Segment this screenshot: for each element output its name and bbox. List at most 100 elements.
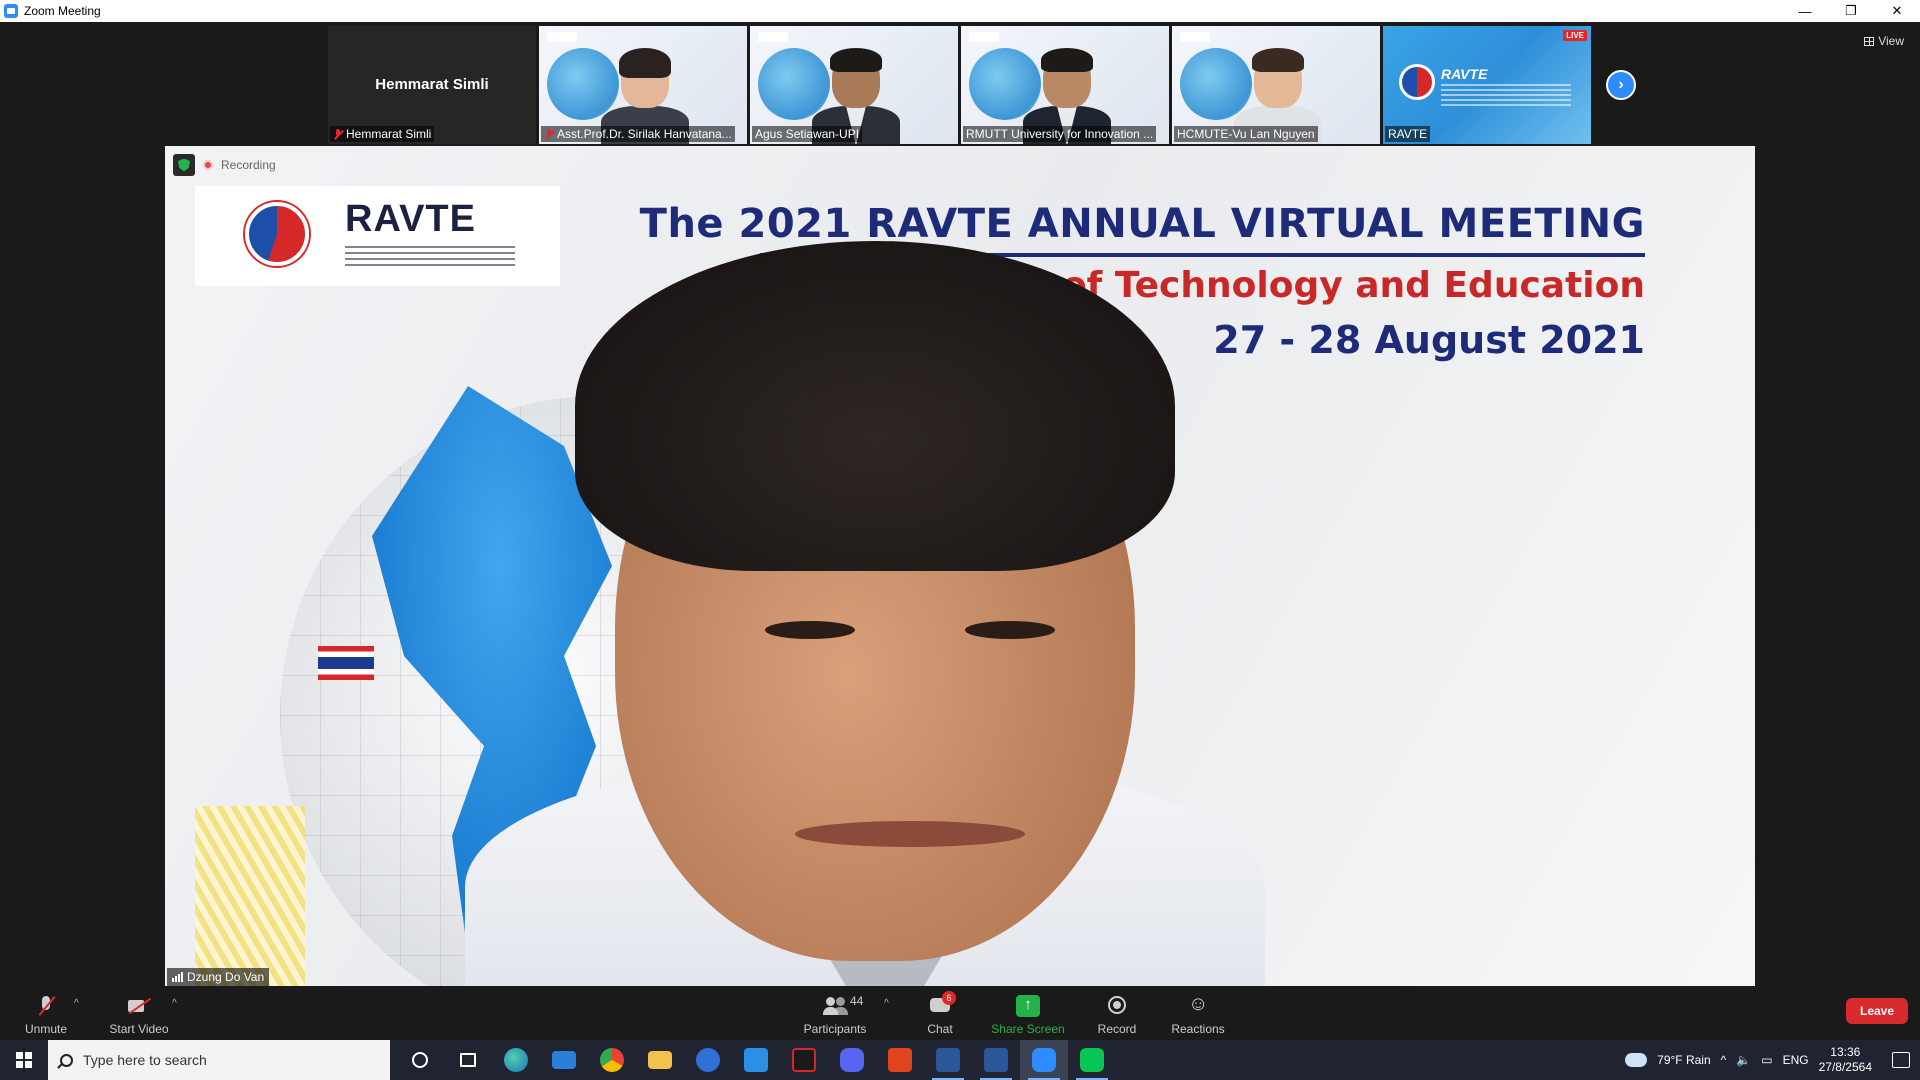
ravte-mini-logo: [1180, 32, 1210, 42]
camera-off-icon: [127, 995, 151, 1017]
participant-name: Hemmarat Simli: [346, 127, 432, 141]
folder-icon: [648, 1051, 672, 1069]
taskbar-app-edge[interactable]: [492, 1040, 540, 1080]
windows-taskbar: Type here to search 79°F Rain ^ 🔈 ▭ ENG …: [0, 1040, 1920, 1080]
next-page-button[interactable]: ›: [1606, 70, 1636, 100]
participant-tile[interactable]: Asst.Prof.Dr. Sirilak Hanvatana...: [539, 26, 747, 144]
taskbar-app-mail[interactable]: [540, 1040, 588, 1080]
office-icon: [888, 1048, 912, 1072]
discord-icon: [840, 1048, 864, 1072]
participant-tile[interactable]: RMUTT University for Innovation ...: [961, 26, 1169, 144]
video-options-caret[interactable]: ^: [172, 998, 177, 1009]
ravte-mini-logo: [969, 32, 999, 42]
participant-label: Hemmarat Simli: [330, 126, 435, 142]
task-view-button[interactable]: [444, 1040, 492, 1080]
share-screen-icon: [1016, 995, 1040, 1017]
live-badge: LIVE: [1563, 30, 1587, 41]
clock-date: 27/8/2564: [1818, 1060, 1872, 1074]
ravte-mini-logo: [758, 32, 788, 42]
view-label: View: [1878, 34, 1904, 48]
chevron-right-icon: ›: [1618, 76, 1624, 93]
recording-label: Recording: [221, 158, 276, 172]
taskbar-app-word-2[interactable]: [972, 1040, 1020, 1080]
chat-label: Chat: [927, 1022, 953, 1036]
security-shield-icon[interactable]: [173, 154, 195, 176]
participant-label: Asst.Prof.Dr. Sirilak Hanvatana...: [541, 126, 735, 142]
participants-options-caret[interactable]: ^: [884, 998, 889, 1009]
recording-indicator: Recording: [173, 154, 276, 176]
restore-button[interactable]: ❐: [1828, 0, 1874, 22]
unmute-button[interactable]: Unmute: [20, 988, 72, 1040]
participant-label: RMUTT University for Innovation ...: [963, 126, 1157, 142]
input-language[interactable]: ENG: [1783, 1053, 1809, 1067]
participant-label: Agus Setiawan-UPI: [752, 126, 863, 142]
taskbar-app-red[interactable]: [780, 1040, 828, 1080]
participant-tile[interactable]: Agus Setiawan-UPI: [750, 26, 958, 144]
ravte-subtitle-lines: [1441, 84, 1571, 106]
mic-muted-icon: [544, 128, 554, 140]
participant-name: RMUTT University for Innovation ...: [966, 127, 1154, 141]
grid-view-icon: [1864, 36, 1875, 46]
close-button[interactable]: ✕: [1874, 0, 1920, 22]
zoom-icon: [1032, 1048, 1056, 1072]
audio-options-caret[interactable]: ^: [74, 998, 79, 1009]
weather-text[interactable]: 79°F Rain: [1657, 1053, 1711, 1067]
taskbar-app-game[interactable]: [684, 1040, 732, 1080]
edge-icon: [504, 1048, 528, 1072]
show-hidden-icons-icon[interactable]: ^: [1721, 1053, 1727, 1067]
participant-tile[interactable]: RAVTE LIVE RAVTE: [1383, 26, 1591, 144]
participant-display-name: Hemmarat Simli: [375, 76, 489, 93]
start-video-button[interactable]: Start Video: [104, 988, 174, 1040]
start-button[interactable]: [0, 1040, 48, 1080]
speaker-figure: [465, 241, 1265, 986]
taskbar-app-discord[interactable]: [828, 1040, 876, 1080]
taskbar-app-blue[interactable]: [732, 1040, 780, 1080]
view-button[interactable]: View: [1864, 34, 1904, 48]
record-button[interactable]: Record: [1096, 988, 1138, 1040]
notification-center-icon[interactable]: [1892, 1052, 1910, 1068]
participant-label: HCMUTE-Vu Lan Nguyen: [1174, 126, 1318, 142]
participant-name: Asst.Prof.Dr. Sirilak Hanvatana...: [557, 127, 732, 141]
network-icon[interactable]: ▭: [1761, 1053, 1772, 1067]
system-tray: 79°F Rain ^ 🔈 ▭ ENG 13:36 27/8/2564: [1625, 1040, 1920, 1080]
zoom-app-icon: [4, 4, 18, 18]
taskbar-app-file-explorer[interactable]: [636, 1040, 684, 1080]
app-icon: [792, 1048, 816, 1072]
taskbar-clock[interactable]: 13:36 27/8/2564: [1819, 1045, 1872, 1075]
ravte-logo-text: RAVTE: [1441, 66, 1488, 82]
minimize-button[interactable]: —: [1782, 0, 1828, 22]
taskbar-search[interactable]: Type here to search: [48, 1040, 390, 1080]
reactions-button[interactable]: Reactions: [1168, 988, 1228, 1040]
share-screen-label: Share Screen: [991, 1022, 1065, 1036]
chat-unread-badge: 6: [942, 991, 956, 1005]
taskbar-app-line[interactable]: [1068, 1040, 1116, 1080]
meeting-area: Hemmarat Simli Hemmarat Simli Asst.Prof.…: [0, 22, 1920, 988]
participant-tile[interactable]: Hemmarat Simli Hemmarat Simli: [328, 26, 536, 144]
thailand-flag-icon: [318, 646, 374, 680]
participant-strip: Hemmarat Simli Hemmarat Simli Asst.Prof.…: [328, 26, 1591, 144]
share-screen-button[interactable]: Share Screen: [990, 988, 1066, 1040]
leave-button[interactable]: Leave: [1846, 998, 1908, 1024]
word-icon: [984, 1048, 1008, 1072]
participants-label: Participants: [803, 1022, 867, 1036]
windows-logo-icon: [16, 1052, 32, 1068]
decorative-stripes: [195, 806, 305, 986]
taskbar-app-chrome[interactable]: [588, 1040, 636, 1080]
app-icon: [696, 1048, 720, 1072]
volume-icon[interactable]: 🔈: [1736, 1053, 1751, 1067]
speaker-name-tag: Dzung Do Van: [167, 968, 270, 986]
taskbar-app-zoom[interactable]: [1020, 1040, 1068, 1080]
ravte-logo-text: RAVTE: [345, 198, 476, 240]
window-titlebar: Zoom Meeting — ❐ ✕: [0, 0, 1920, 22]
meeting-toolbar: Unmute ^ Start Video ^ Participants 44 ^…: [0, 988, 1920, 1040]
word-icon: [936, 1048, 960, 1072]
chat-button[interactable]: 6 Chat: [920, 988, 960, 1040]
signal-strength-icon: [172, 972, 183, 982]
participant-tile[interactable]: HCMUTE-Vu Lan Nguyen: [1172, 26, 1380, 144]
app-icon: [744, 1048, 768, 1072]
participant-label: RAVTE: [1385, 126, 1431, 142]
taskbar-app-word[interactable]: [924, 1040, 972, 1080]
recording-dot-icon: [203, 160, 213, 170]
cortana-button[interactable]: [396, 1040, 444, 1080]
taskbar-app-office[interactable]: [876, 1040, 924, 1080]
